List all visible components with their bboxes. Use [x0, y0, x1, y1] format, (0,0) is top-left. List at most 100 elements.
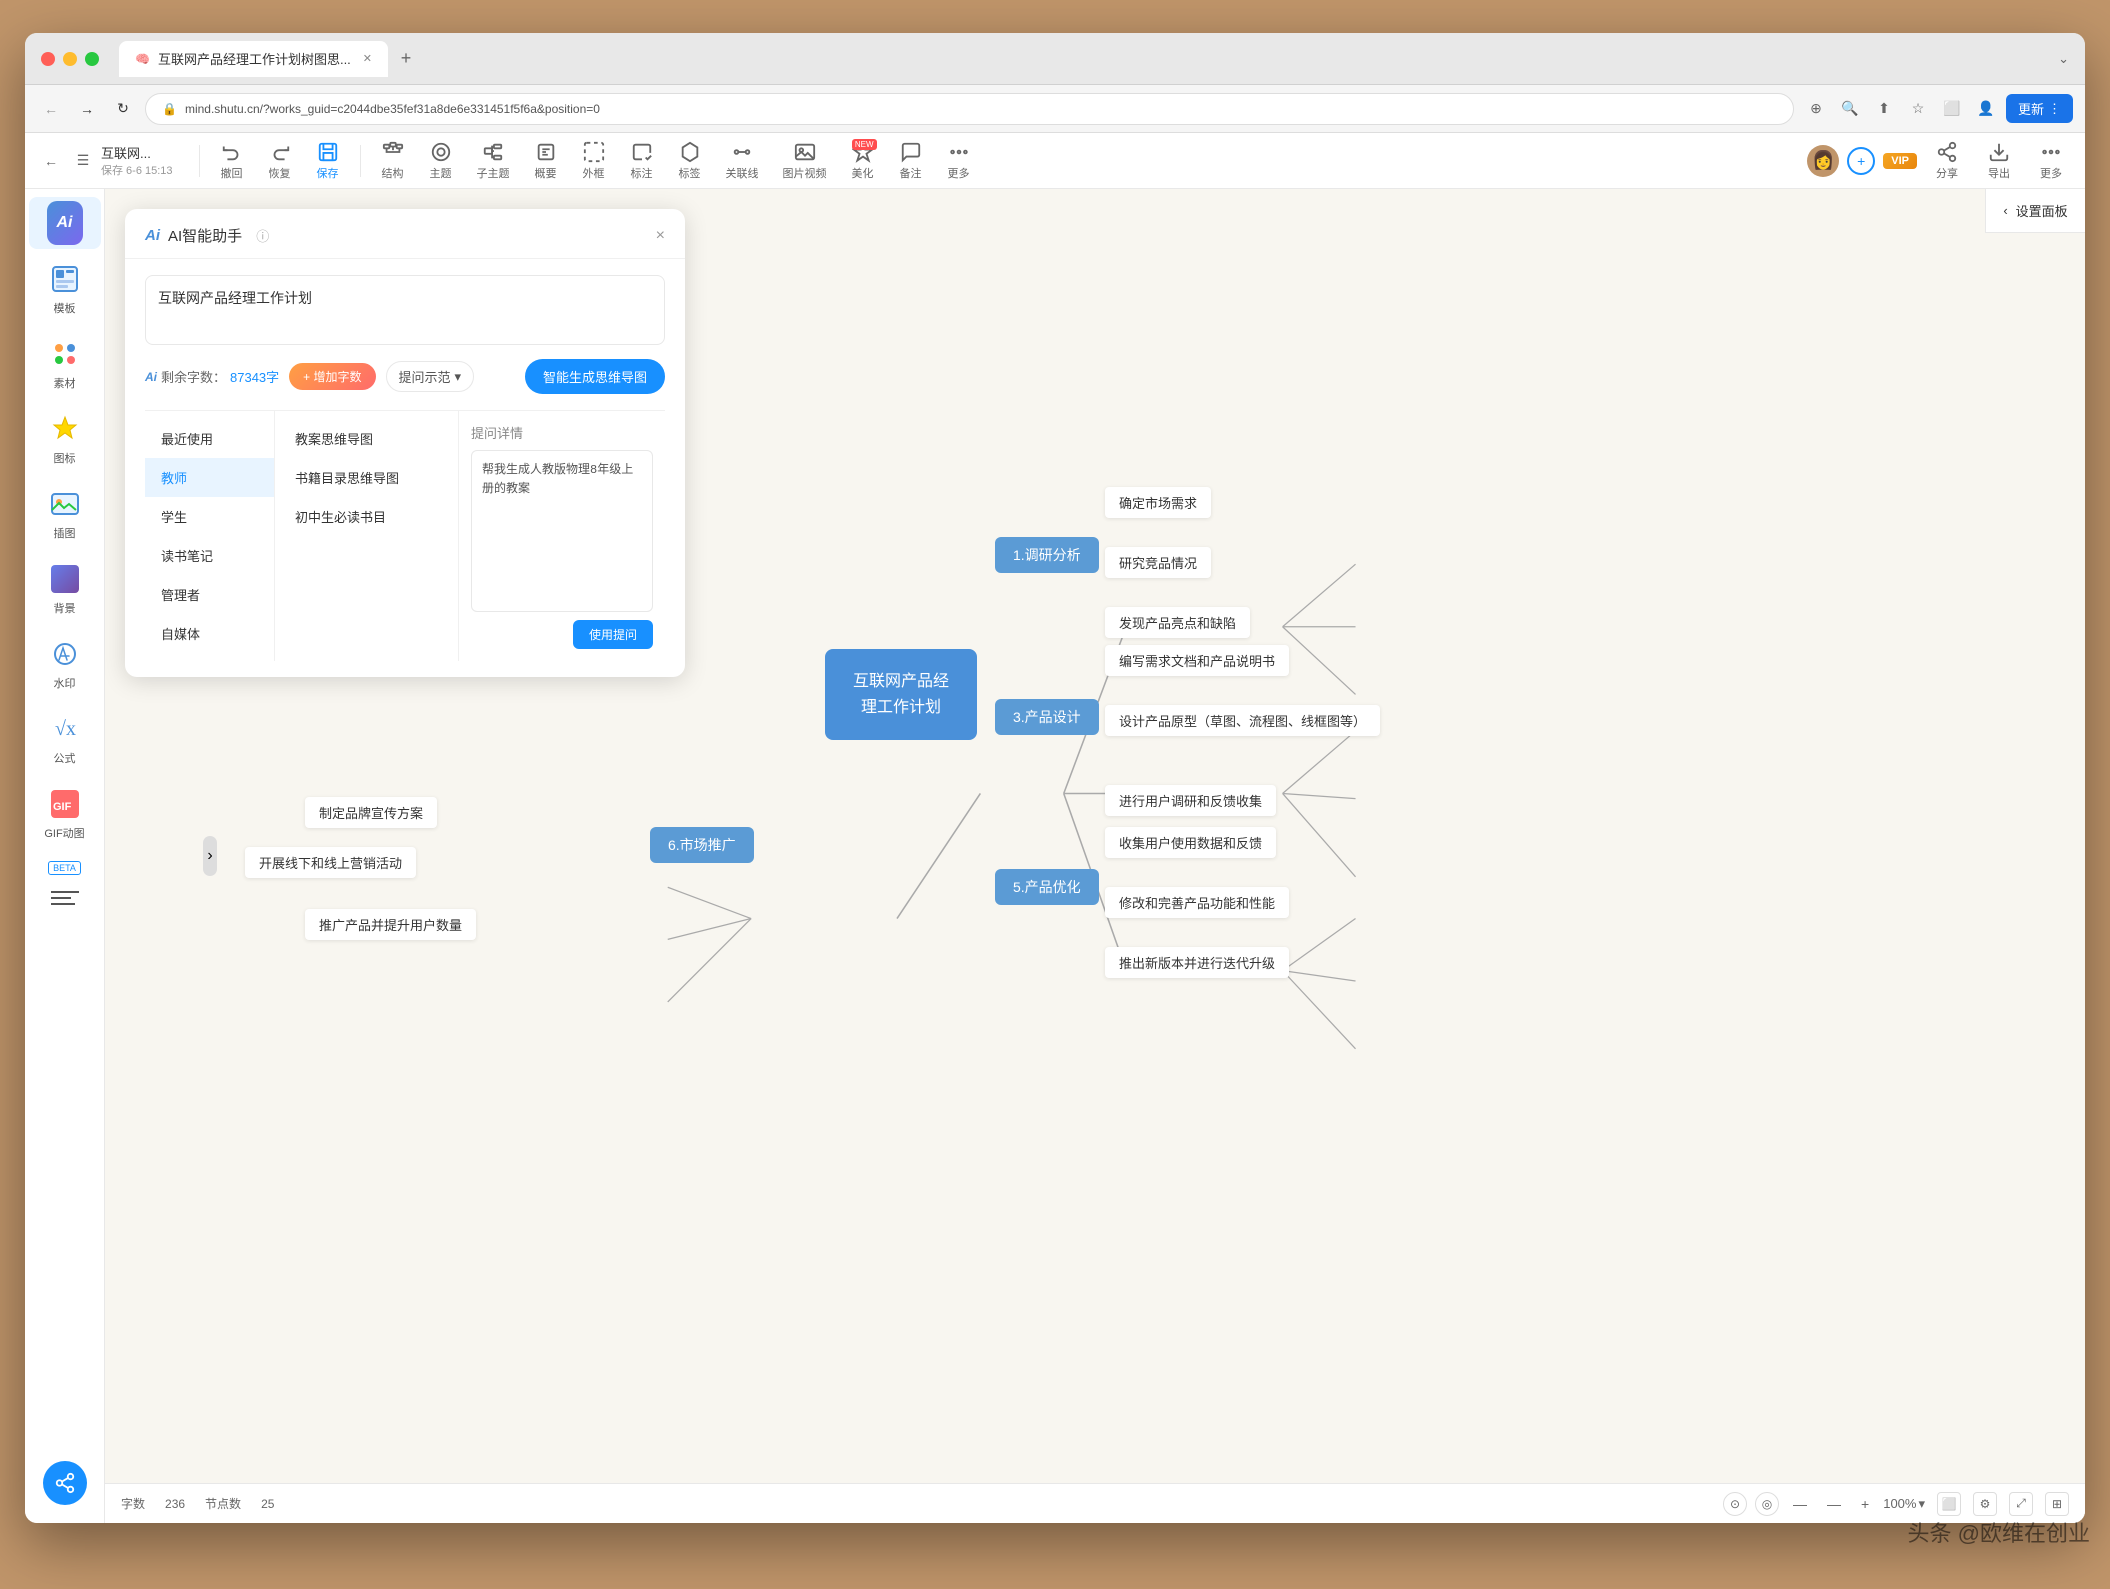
new-tab-button[interactable]: + — [392, 45, 420, 73]
leaf-node-1-3[interactable]: 发现产品亮点和缺陷 — [1105, 607, 1250, 638]
template-item-3[interactable]: 初中生必读书目 — [287, 497, 446, 536]
theme-button[interactable]: 主题 — [419, 137, 463, 185]
app-back-button[interactable]: ← — [37, 147, 65, 175]
leaf-node-3-2[interactable]: 修改和完善产品功能和性能 — [1105, 887, 1289, 918]
export-button[interactable]: 导出 — [1977, 137, 2021, 185]
share-browser-button[interactable]: ⬆ — [1870, 95, 1898, 123]
zoom-level-display[interactable]: 100% ▾ — [1883, 1496, 1925, 1512]
leaf-node-2-2[interactable]: 设计产品原型（草图、流程图、线框图等） — [1105, 705, 1380, 736]
leaf-node-2-1[interactable]: 编写需求文档和产品说明书 — [1105, 645, 1289, 676]
close-window-button[interactable] — [41, 52, 55, 66]
branch-node-3[interactable]: 5.产品优化 — [995, 869, 1099, 905]
tag-button[interactable]: 标签 — [668, 137, 712, 185]
sidebar-item-illustration[interactable]: 插图 — [29, 478, 101, 549]
leaf-node-1-2[interactable]: 研究竞品情况 — [1105, 547, 1211, 578]
leaf-node-4-1[interactable]: 制定品牌宣传方案 — [305, 797, 437, 828]
share-circle-button[interactable] — [43, 1461, 87, 1505]
settings-button[interactable]: ⚙ — [1973, 1492, 1997, 1516]
reload-button[interactable]: ↻ — [109, 95, 137, 123]
fullscreen-window-button[interactable] — [85, 52, 99, 66]
beautify-button[interactable]: NEW 美化 — [841, 137, 885, 185]
search-button[interactable]: 🔍 — [1836, 95, 1864, 123]
leaf-node-4-3[interactable]: 推广产品并提升用户数量 — [305, 909, 476, 940]
cat-item-student[interactable]: 学生 — [145, 497, 274, 536]
redo-button[interactable]: 恢复 — [258, 137, 302, 185]
profile-button[interactable]: 👤 — [1972, 95, 2000, 123]
more-button[interactable]: 更多 — [937, 137, 981, 185]
update-button[interactable]: 更新 ⋮ — [2006, 94, 2073, 123]
more2-button[interactable]: 更多 — [2029, 137, 2073, 185]
backup-button[interactable]: 备注 — [889, 137, 933, 185]
info-icon[interactable]: ⓘ — [256, 226, 269, 245]
cat-item-teacher[interactable]: 教师 — [145, 458, 274, 497]
leaf-node-4-2[interactable]: 开展线下和线上营销活动 — [245, 847, 416, 878]
thumbnail-button[interactable]: ⬜ — [1937, 1492, 1961, 1516]
generate-label: 智能生成思维导图 — [543, 370, 647, 385]
browser-tab[interactable]: 🧠 互联网产品经理工作计划树图思... ✕ — [119, 41, 388, 77]
zoom-out-button[interactable]: — — [1787, 1494, 1813, 1514]
tab-close-button[interactable]: ✕ — [363, 52, 372, 65]
template-item-2[interactable]: 书籍目录思维导图 — [287, 458, 446, 497]
branch-node-1[interactable]: 1.调研分析 — [995, 537, 1099, 573]
cat-item-notes[interactable]: 读书笔记 — [145, 536, 274, 575]
generate-button[interactable]: 智能生成思维导图 — [525, 359, 665, 394]
template-item-1[interactable]: 教案思维导图 — [287, 419, 446, 458]
media-button[interactable]: 图片视频 — [773, 137, 837, 185]
leaf-node-3-3[interactable]: 推出新版本并进行迭代升级 — [1105, 947, 1289, 978]
translate-button[interactable]: ⊕ — [1802, 95, 1830, 123]
ai-panel-close-button[interactable]: × — [656, 227, 665, 245]
leaf-node-3-1[interactable]: 收集用户使用数据和反馈 — [1105, 827, 1276, 858]
note-button[interactable]: 标注 — [620, 137, 664, 185]
sidebar-item-template[interactable]: 模板 — [29, 253, 101, 324]
sidebar-item-material[interactable]: 素材 — [29, 328, 101, 399]
settings-panel-toggle[interactable]: ‹ 设置面板 — [1985, 189, 2085, 233]
sidebar-item-icon[interactable]: 图标 — [29, 403, 101, 474]
fit-screen-button[interactable]: ⊙ — [1723, 1492, 1747, 1516]
grid-button[interactable]: ⊞ — [2045, 1492, 2069, 1516]
zoom-in-button[interactable]: + — [1855, 1494, 1875, 1514]
sidebar-item-background[interactable]: 背景 — [29, 553, 101, 624]
branch-node-2[interactable]: 3.产品设计 — [995, 699, 1099, 735]
ai-logo: Ai AI智能助手 ⓘ — [145, 225, 656, 246]
use-prompt-button[interactable]: 使用提问 — [573, 620, 653, 649]
tab-list-button[interactable]: ⌄ — [2058, 51, 2069, 67]
bookmark-button[interactable]: ☆ — [1904, 95, 1932, 123]
undo-button[interactable]: 撤回 — [210, 137, 254, 185]
relation-button[interactable]: 关联线 — [716, 137, 769, 185]
cat-item-media[interactable]: 自媒体 — [145, 614, 274, 653]
add-account-button[interactable]: + — [1847, 147, 1875, 175]
reset-view-button[interactable]: ◎ — [1755, 1492, 1779, 1516]
sidebar-item-gif[interactable]: GIF GIF动图 — [29, 778, 101, 849]
sidebar-item-beta[interactable]: BETA — [29, 853, 101, 924]
subtheme-button[interactable]: 子主题 — [467, 137, 520, 185]
prompt-text-area[interactable]: 帮我生成人教版物理8年级上册的教案 — [471, 450, 653, 612]
vip-badge[interactable]: VIP — [1883, 153, 1917, 169]
prompt-select[interactable]: 提问示范 ▾ — [386, 361, 475, 392]
share-sidebar-button[interactable] — [43, 1461, 87, 1505]
outline-button[interactable]: 概要 — [524, 137, 568, 185]
sidebar-item-ai[interactable]: Ai — [29, 197, 101, 249]
save-button[interactable]: 保存 — [306, 137, 350, 185]
center-node[interactable]: 互联网产品经 理工作计划 — [825, 649, 977, 740]
cat-item-manager[interactable]: 管理者 — [145, 575, 274, 614]
minimize-window-button[interactable] — [63, 52, 77, 66]
cat-item-recent[interactable]: 最近使用 — [145, 419, 274, 458]
user-avatar[interactable]: 👩 — [1807, 145, 1839, 177]
back-button[interactable]: ← — [37, 95, 65, 123]
frame-button[interactable]: 外框 — [572, 137, 616, 185]
branch-node-4[interactable]: 6.市场推广 — [650, 827, 754, 863]
zoom-dash-button[interactable]: — — [1821, 1494, 1847, 1514]
sidebar-item-formula[interactable]: √x 公式 — [29, 703, 101, 774]
leaf-node-2-3[interactable]: 进行用户调研和反馈收集 — [1105, 785, 1276, 816]
share-button[interactable]: 分享 — [1925, 137, 1969, 185]
ai-input-area[interactable]: 互联网产品经理工作计划 — [145, 275, 665, 345]
app-menu-button[interactable]: ☰ — [69, 147, 97, 175]
structure-button[interactable]: 结构 — [371, 137, 415, 185]
add-count-button[interactable]: + 增加字数 — [289, 363, 375, 390]
leaf-node-1-1[interactable]: 确定市场需求 — [1105, 487, 1211, 518]
address-field[interactable]: 🔒 mind.shutu.cn/?works_guid=c2044dbe35fe… — [145, 93, 1794, 125]
fullscreen-button[interactable]: ⤢ — [2009, 1492, 2033, 1516]
reading-mode-button[interactable]: ⬜ — [1938, 95, 1966, 123]
sidebar-item-watermark[interactable]: 水印 — [29, 628, 101, 699]
forward-button[interactable]: → — [73, 95, 101, 123]
